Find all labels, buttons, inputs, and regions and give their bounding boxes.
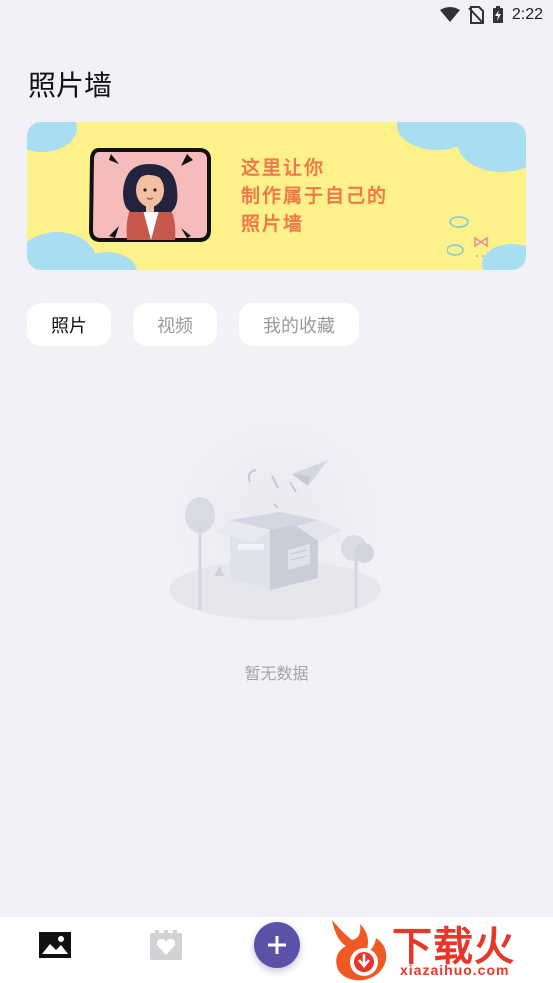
battery-charging-icon — [492, 6, 504, 24]
tab-favorites[interactable]: 我的收藏 — [239, 303, 359, 346]
nav-photos[interactable] — [35, 925, 75, 965]
cloud-decoration — [27, 122, 77, 152]
empty-state-text: 暂无数据 — [244, 664, 309, 683]
cloud-decoration — [457, 122, 526, 172]
no-sim-icon — [468, 6, 484, 24]
heart-calendar-icon — [150, 930, 182, 960]
banner-line-3: 照片墙 — [241, 213, 305, 235]
category-tabs: 照片 视频 我的收藏 — [27, 303, 359, 346]
woman-portrait-icon — [89, 148, 211, 242]
banner-text: 这里让你 制作属于自己的 照片墙 — [241, 154, 388, 238]
tab-photos[interactable]: 照片 — [27, 303, 111, 346]
wifi-icon — [439, 7, 460, 23]
add-icon — [268, 936, 286, 954]
watermark-url: xiazaihuo.com — [400, 962, 510, 978]
banner-line-2: 制作属于自己的 — [241, 185, 389, 207]
watermark-logo: 下载火 xiazaihuo.com — [326, 910, 553, 983]
promo-banner[interactable]: 这里让你 制作属于自己的 照片墙 — [27, 122, 526, 270]
banner-line-1: 这里让你 — [241, 157, 326, 179]
doodle-decoration-icon — [447, 216, 488, 257]
status-bar: 2:22 — [0, 0, 553, 30]
status-time: 2:22 — [511, 6, 543, 23]
page-title: 照片墙 — [28, 69, 113, 102]
image-icon — [39, 932, 71, 958]
add-button[interactable] — [254, 922, 300, 968]
empty-box-illustration — [169, 422, 386, 638]
nav-favorites[interactable] — [146, 925, 186, 965]
tab-videos[interactable]: 视频 — [133, 303, 217, 346]
flame-logo-icon — [332, 920, 387, 981]
